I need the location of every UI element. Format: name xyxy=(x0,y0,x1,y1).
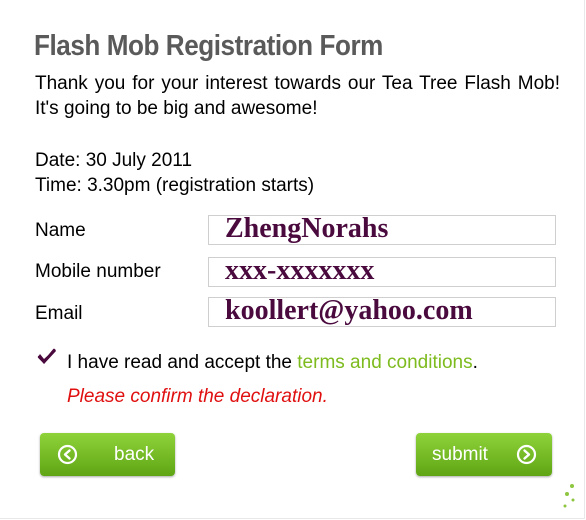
checkmark-icon xyxy=(37,348,56,364)
name-label: Name xyxy=(35,220,86,241)
mobile-field[interactable]: xxx-xxxxxxx xyxy=(208,255,556,287)
submit-button[interactable]: submit xyxy=(416,433,552,476)
decorative-dots xyxy=(563,484,575,508)
circle-arrow-left-icon xyxy=(57,444,78,465)
back-button[interactable]: back xyxy=(40,433,175,476)
terms-link[interactable]: terms and conditions xyxy=(297,352,472,373)
name-field[interactable]: ZhengNorahs xyxy=(208,213,556,245)
event-date: Date: 30 July 2011 xyxy=(35,150,193,171)
submit-label: submit xyxy=(432,444,488,465)
event-time: Time: 3.30pm (registration starts) xyxy=(35,175,315,196)
email-label: Email xyxy=(35,303,83,324)
declaration-checkbox[interactable] xyxy=(36,348,56,368)
email-value: koollert@yahoo.com xyxy=(225,295,473,326)
declaration-suffix: . xyxy=(472,352,478,373)
mobile-value: xxx-xxxxxxx xyxy=(225,255,375,286)
back-label: back xyxy=(114,444,155,465)
name-value: ZhengNorahs xyxy=(225,213,389,244)
declaration-text: I have read and accept the terms and con… xyxy=(67,352,478,374)
email-field[interactable]: koollert@yahoo.com xyxy=(208,295,556,327)
declaration-error: Please confirm the declaration. xyxy=(67,386,328,407)
circle-arrow-right-icon xyxy=(516,444,537,465)
page-title: Flash Mob Registration Form xyxy=(34,30,383,62)
intro-text: Thank you for your interest towards our … xyxy=(35,73,560,119)
mobile-label: Mobile number xyxy=(35,261,161,282)
declaration-prefix: I have read and accept the xyxy=(67,352,298,373)
form-container: Flash Mob Registration Form Thank you fo… xyxy=(0,0,585,519)
